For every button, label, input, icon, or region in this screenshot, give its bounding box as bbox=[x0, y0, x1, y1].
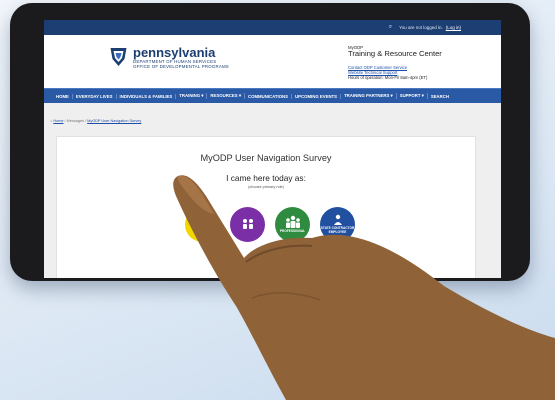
pointing-hand bbox=[173, 175, 555, 400]
